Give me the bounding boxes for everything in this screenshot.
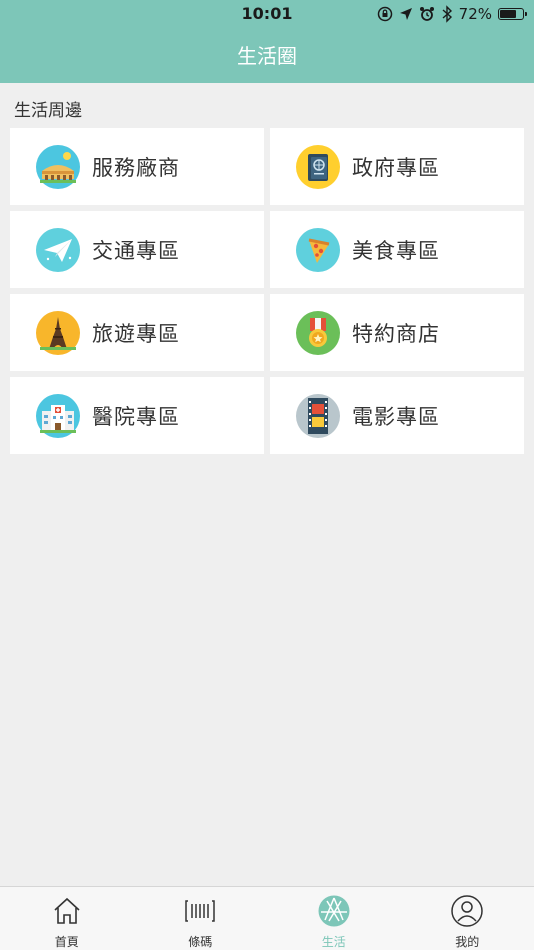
paper-plane-icon xyxy=(36,227,80,272)
tile-partner-stores[interactable]: 特約商店 xyxy=(270,294,524,371)
battery-icon xyxy=(498,8,527,20)
tile-transport[interactable]: 交通專區 xyxy=(10,211,264,288)
tile-label: 特約商店 xyxy=(352,321,440,346)
tab-label: 我的 xyxy=(455,935,480,949)
pizza-icon xyxy=(296,227,340,272)
tab-mine[interactable]: 我的 xyxy=(401,887,534,950)
medal-icon xyxy=(296,310,340,355)
category-grid: 服務廠商 政府專區 交通專區 美食專區 旅遊專區 特約商店 醫院專區 電影專區 xyxy=(10,128,524,454)
battery-percent: 72% xyxy=(458,5,492,23)
tile-food[interactable]: 美食專區 xyxy=(270,211,524,288)
tile-label: 服務廠商 xyxy=(92,155,180,180)
header-bar: 10:01 72% 生活圈 xyxy=(0,0,534,83)
tile-label: 醫院專區 xyxy=(92,404,180,429)
tile-travel[interactable]: 旅遊專區 xyxy=(10,294,264,371)
home-icon xyxy=(51,895,83,927)
barcode-icon xyxy=(184,895,216,927)
bluetooth-icon xyxy=(441,5,453,23)
page-title: 生活圈 xyxy=(237,44,297,68)
eiffel-tower-icon xyxy=(36,310,80,355)
film-strip-icon xyxy=(296,393,340,438)
user-icon xyxy=(451,895,483,927)
tile-label: 交通專區 xyxy=(92,238,180,263)
status-indicators: 72% xyxy=(377,4,527,24)
aperture-icon xyxy=(318,895,350,927)
tab-home[interactable]: 首頁 xyxy=(0,887,134,950)
location-arrow-icon xyxy=(399,7,413,21)
passport-icon xyxy=(296,144,340,189)
tab-label: 生活 xyxy=(321,935,346,949)
tab-label: 首頁 xyxy=(54,935,79,949)
hospital-icon xyxy=(36,393,80,438)
tile-label: 電影專區 xyxy=(352,404,440,429)
tile-service-vendors[interactable]: 服務廠商 xyxy=(10,128,264,205)
colosseum-icon xyxy=(36,144,80,189)
tab-barcode[interactable]: 條碼 xyxy=(134,887,268,950)
tab-bar: 首頁 條碼 生活 我的 xyxy=(0,886,534,950)
status-bar: 10:01 72% xyxy=(0,0,534,28)
tile-hospital[interactable]: 醫院專區 xyxy=(10,377,264,454)
tile-label: 旅遊專區 xyxy=(92,321,180,346)
alarm-icon xyxy=(419,6,435,22)
tile-label: 政府專區 xyxy=(352,155,440,180)
battery-level xyxy=(500,10,516,18)
tab-life[interactable]: 生活 xyxy=(267,887,401,950)
tile-label: 美食專區 xyxy=(352,238,440,263)
tile-movies[interactable]: 電影專區 xyxy=(270,377,524,454)
tab-label: 條碼 xyxy=(188,935,213,949)
tile-government[interactable]: 政府專區 xyxy=(270,128,524,205)
rotation-lock-icon xyxy=(377,6,393,22)
section-title: 生活周邊 xyxy=(14,101,82,121)
